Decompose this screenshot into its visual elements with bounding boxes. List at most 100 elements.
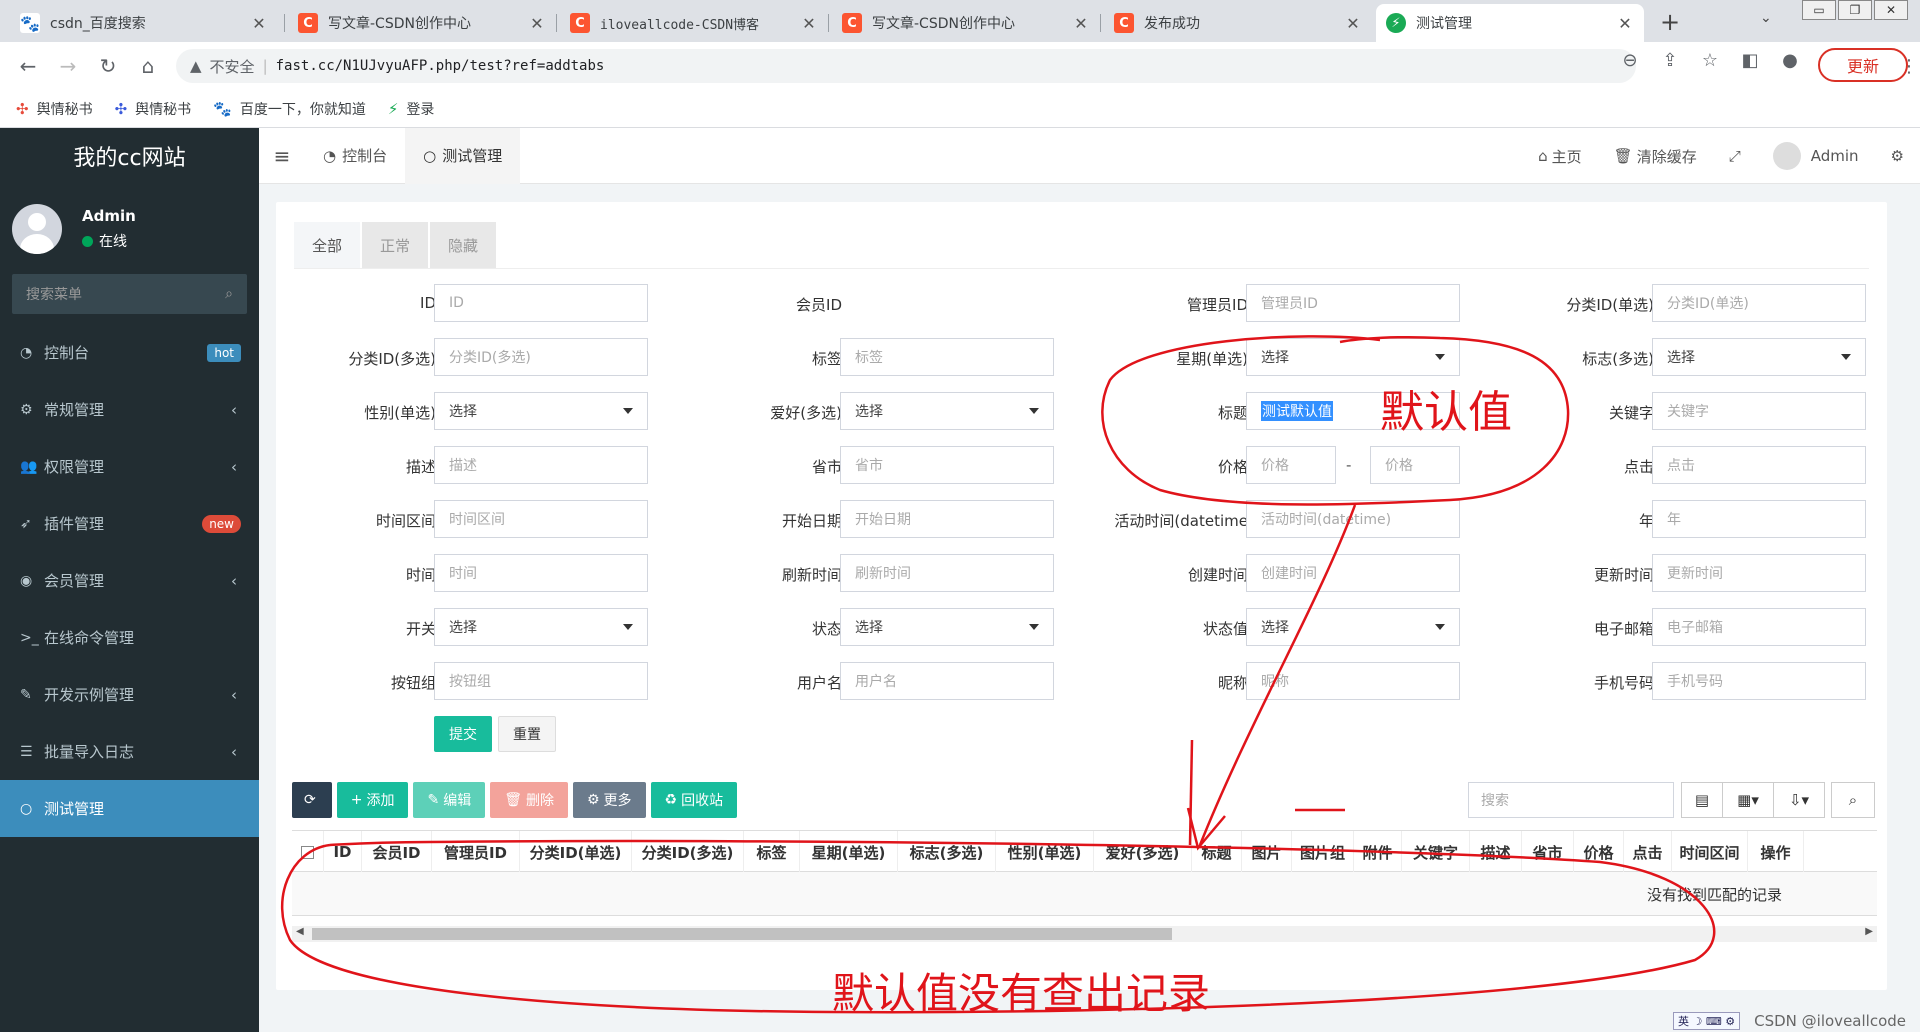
field-input[interactable]: 时间区间	[434, 500, 648, 538]
sidebar-item-addon[interactable]: ➶ 插件管理 new	[0, 495, 259, 552]
recycle-bin-button[interactable]: ♻ 回收站	[650, 782, 738, 818]
field-select[interactable]: 选择	[1652, 338, 1866, 376]
add-button[interactable]: + 添加	[336, 782, 409, 818]
column-header[interactable]: 图片	[1242, 831, 1292, 873]
star-icon[interactable]: ☆	[1690, 50, 1730, 71]
column-header[interactable]: 标签	[744, 831, 800, 873]
share-icon[interactable]: ⇪	[1650, 50, 1690, 71]
tab-dashboard[interactable]: ◔ 控制台	[305, 128, 405, 184]
reset-button[interactable]: 重置	[498, 716, 556, 752]
scroll-right-icon[interactable]: ▶	[1865, 926, 1873, 937]
close-tab-icon[interactable]: ✕	[800, 14, 818, 33]
column-header[interactable]: 会员ID	[362, 831, 432, 873]
field-select[interactable]: 选择	[434, 392, 648, 430]
column-header[interactable]: 省市	[1522, 831, 1574, 873]
field-input[interactable]: 手机号码	[1652, 662, 1866, 700]
refresh-button[interactable]: ⟳	[292, 782, 332, 818]
restore-icon[interactable]: ❐	[1838, 0, 1872, 20]
price-max-input[interactable]: 价格	[1370, 446, 1460, 484]
sidebar-item-dashboard[interactable]: ◔ 控制台 hot	[0, 324, 259, 381]
field-input[interactable]: 点击	[1652, 446, 1866, 484]
profile-icon[interactable]: ●	[1770, 50, 1810, 71]
browser-tab-active[interactable]: ⚡ 测试管理 ✕	[1376, 4, 1644, 42]
field-input[interactable]: 开始日期	[840, 500, 1054, 538]
select-all-checkbox[interactable]	[292, 831, 324, 873]
field-input[interactable]: 时间	[434, 554, 648, 592]
field-input[interactable]: 创建时间	[1246, 554, 1460, 592]
column-header[interactable]: 分类ID(单选)	[520, 831, 632, 873]
tab-search-chevron-icon[interactable]: ⌄	[1760, 10, 1772, 26]
close-tab-icon[interactable]: ✕	[250, 14, 268, 33]
sidebar-item-general[interactable]: ⚙ 常规管理 ‹	[0, 381, 259, 438]
submit-button[interactable]: 提交	[434, 716, 492, 752]
field-input[interactable]: 更新时间	[1652, 554, 1866, 592]
column-header[interactable]: 分类ID(多选)	[632, 831, 744, 873]
admin-menu[interactable]: Admin	[1757, 142, 1875, 170]
sidebar-item-example[interactable]: ✎ 开发示例管理 ‹	[0, 666, 259, 723]
column-header[interactable]: 操作	[1748, 831, 1804, 873]
field-input[interactable]: 关键字	[1652, 392, 1866, 430]
back-icon[interactable]: ←	[8, 54, 48, 78]
tab-test[interactable]: ○ 测试管理	[405, 127, 521, 184]
field-input[interactable]: 用户名	[840, 662, 1054, 700]
sidepanel-icon[interactable]: ◧	[1730, 50, 1770, 71]
field-input[interactable]: 年	[1652, 500, 1866, 538]
field-input[interactable]: 管理员ID	[1246, 284, 1460, 322]
field-input[interactable]: 刷新时间	[840, 554, 1054, 592]
home-link[interactable]: ⌂ 主页	[1522, 146, 1598, 167]
sidebar-item-import-log[interactable]: ☰ 批量导入日志 ‹	[0, 723, 259, 780]
column-header[interactable]: 星期(单选)	[800, 831, 898, 873]
filter-tab-normal[interactable]: 正常	[362, 222, 429, 268]
field-input[interactable]: 省市	[840, 446, 1054, 484]
browser-tab[interactable]: C iloveallcode-CSDN博客 ✕	[560, 4, 828, 42]
field-input[interactable]: 分类ID(单选)	[1652, 284, 1866, 322]
update-button[interactable]: 更新	[1818, 48, 1908, 82]
fullscreen-icon[interactable]: ⤢	[1713, 147, 1757, 165]
field-input[interactable]: 描述	[434, 446, 648, 484]
scroll-thumb[interactable]	[312, 928, 1172, 940]
browser-tab[interactable]: 🐾 csdn_百度搜索 ✕	[10, 4, 278, 42]
filter-tab-hidden[interactable]: 隐藏	[430, 222, 497, 268]
column-header[interactable]: 管理员ID	[432, 831, 520, 873]
column-header[interactable]: 爱好(多选)	[1094, 831, 1192, 873]
bookmark-item[interactable]: ⚡ 登录	[388, 99, 435, 119]
bookmark-item[interactable]: ✣ 舆情秘书	[16, 99, 93, 119]
delete-button[interactable]: 🗑 删除	[490, 782, 568, 818]
field-input[interactable]: ID	[434, 284, 648, 322]
field-input[interactable]: 活动时间(datetime)	[1246, 500, 1460, 538]
export-dropdown-icon[interactable]: ⇩▾	[1773, 782, 1825, 818]
ime-toolbar[interactable]: 英 ☽ ⌨ ⚙	[1673, 1012, 1741, 1030]
sidebar-item-test[interactable]: ○ 测试管理	[0, 780, 259, 837]
field-select[interactable]: 选择	[1246, 338, 1460, 376]
card-view-icon[interactable]: ▤	[1681, 782, 1723, 818]
horizontal-scrollbar[interactable]: ◀ ▶	[292, 926, 1877, 942]
menu-search-input[interactable]: 搜索菜单 ⌕	[12, 274, 247, 314]
column-header[interactable]: 性别(单选)	[996, 831, 1094, 873]
settings-gear-icon[interactable]: ⚙	[1875, 147, 1920, 165]
edit-button[interactable]: ✎ 编辑	[413, 782, 486, 818]
minimize-icon[interactable]: ▭	[1802, 0, 1836, 20]
field-input[interactable]: 标签	[840, 338, 1054, 376]
sidebar-item-member[interactable]: ◉ 会员管理 ‹	[0, 552, 259, 609]
column-header[interactable]: 附件	[1354, 831, 1402, 873]
field-select[interactable]: 选择	[1246, 608, 1460, 646]
columns-dropdown-icon[interactable]: ▦▾	[1722, 782, 1774, 818]
field-select[interactable]: 选择	[840, 392, 1054, 430]
column-header[interactable]: 关键字	[1402, 831, 1470, 873]
field-input[interactable]: 昵称	[1246, 662, 1460, 700]
close-tab-icon[interactable]: ✕	[528, 14, 546, 33]
field-select[interactable]: 选择	[434, 608, 648, 646]
browser-tab[interactable]: C 发布成功 ✕	[1104, 4, 1372, 42]
address-bar[interactable]: ▲ 不安全 | fast.cc/N1UJvyuAFP.php/test?ref=…	[176, 49, 1636, 83]
column-header[interactable]: ID	[324, 831, 362, 873]
field-input[interactable]: 按钮组	[434, 662, 648, 700]
scroll-left-icon[interactable]: ◀	[296, 926, 304, 937]
search-icon[interactable]: ⌕	[1831, 782, 1875, 818]
home-icon[interactable]: ⌂	[128, 54, 168, 78]
close-tab-icon[interactable]: ✕	[1072, 14, 1090, 33]
search-icon[interactable]: ⌕	[225, 286, 233, 302]
price-min-input[interactable]: 价格	[1246, 446, 1336, 484]
bookmark-item[interactable]: 🐾 百度一下，你就知道	[213, 99, 366, 119]
browser-tab[interactable]: C 写文章-CSDN创作中心 ✕	[288, 4, 556, 42]
field-input[interactable]: 分类ID(多选)	[434, 338, 648, 376]
